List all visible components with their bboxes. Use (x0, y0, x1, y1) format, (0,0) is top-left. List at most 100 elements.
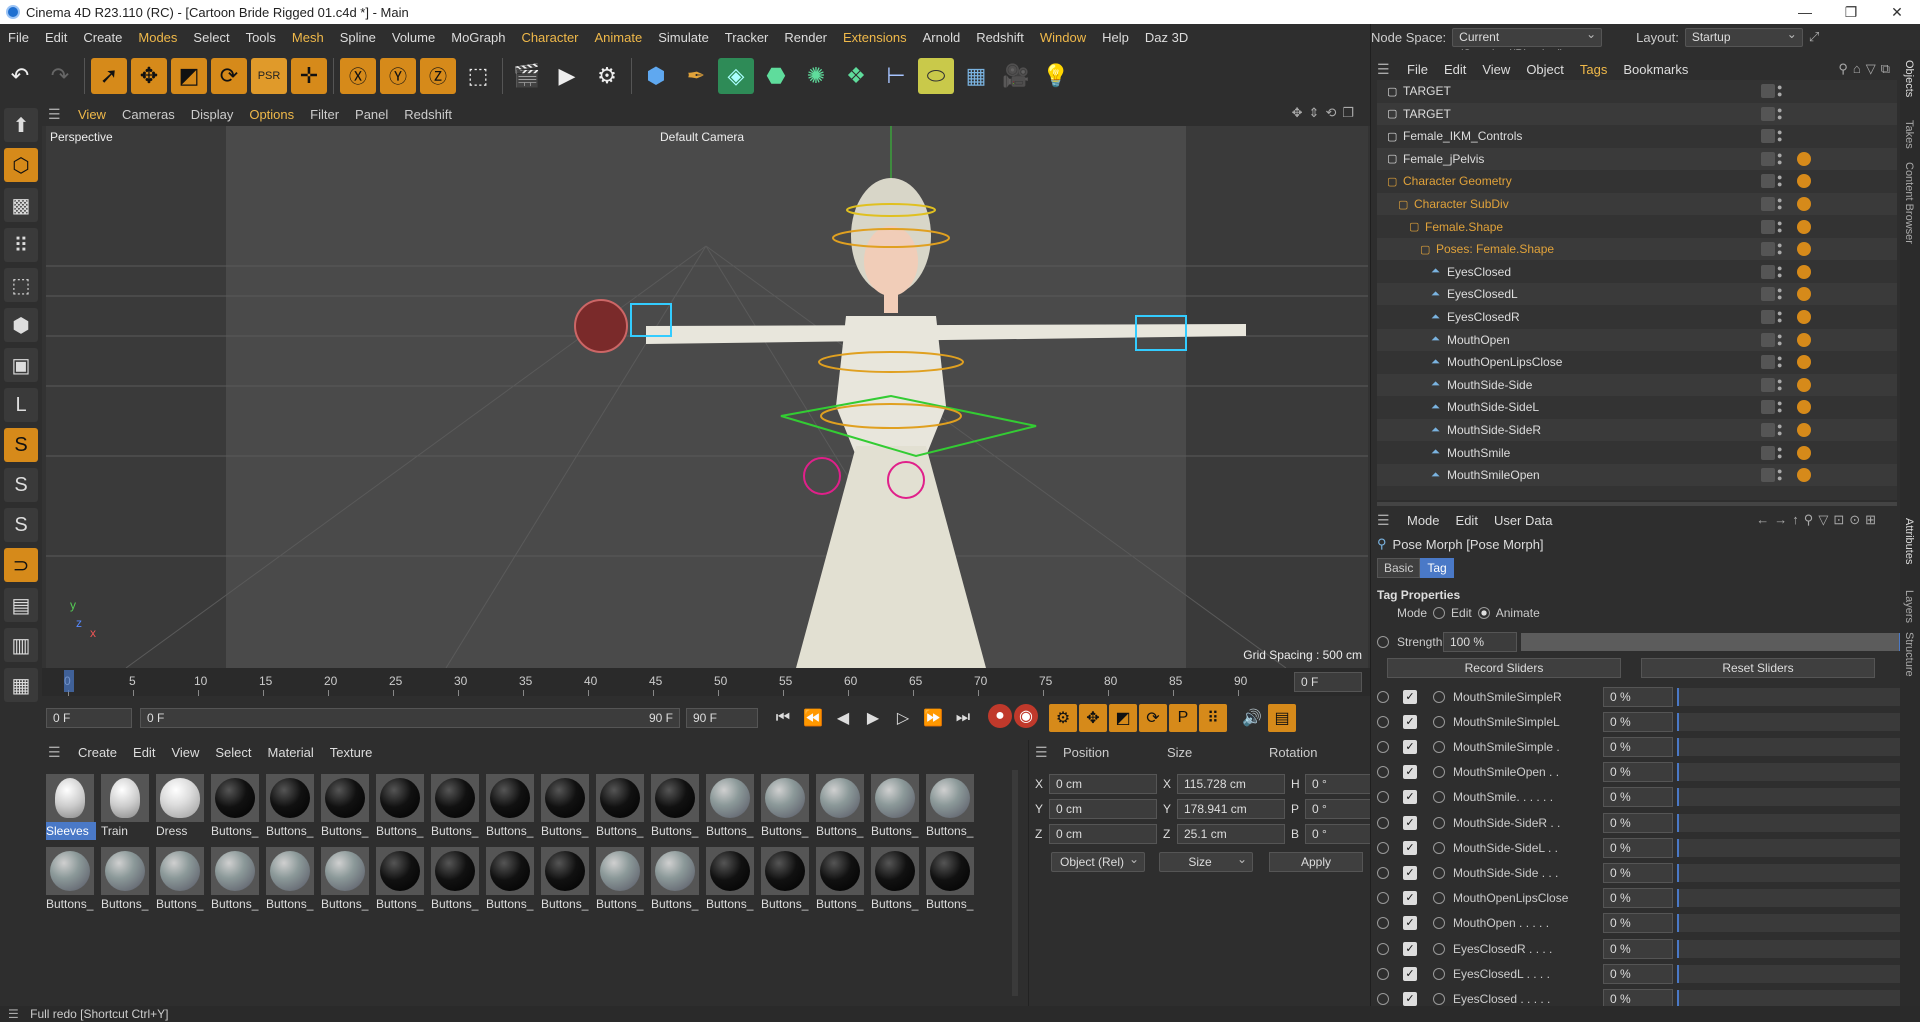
object-row[interactable]: ⏶ MouthSide-SideL ● ● (1377, 396, 1897, 418)
material-swatch[interactable]: Buttons_ (651, 774, 701, 842)
visibility-toggle[interactable] (1761, 468, 1775, 483)
pose-enable-checkbox[interactable]: ✓ (1403, 790, 1417, 805)
grid-lock-icon[interactable]: ▦ (4, 668, 38, 702)
attribute-menu-edit[interactable]: Edit (1448, 513, 1486, 528)
menu-mesh[interactable]: Mesh (284, 30, 332, 45)
render-dots-icon[interactable]: ● ● (1777, 150, 1782, 166)
object-list-hscrollbar[interactable] (1377, 502, 1897, 506)
material-swatch[interactable]: Buttons_ (926, 847, 976, 915)
record-active-icon[interactable]: ● (988, 704, 1012, 728)
object-menu-object[interactable]: Object (1518, 62, 1572, 77)
visibility-toggle[interactable] (1761, 242, 1775, 257)
minimize-icon[interactable]: — (1782, 0, 1828, 24)
material-menu-select[interactable]: Select (207, 745, 259, 760)
pose-slider-value[interactable]: 0 % (1603, 862, 1673, 883)
viewport-menu-view[interactable]: View (70, 107, 114, 122)
pose-slider-bar[interactable] (1677, 788, 1901, 807)
tag-icon[interactable] (1797, 355, 1811, 370)
object-row[interactable]: ▢ Poses: Female.Shape ● ● (1377, 238, 1897, 261)
render-dots-icon[interactable]: ● ● (1777, 173, 1782, 189)
material-swatch[interactable]: Buttons_ (706, 847, 756, 915)
extrude-icon[interactable]: ⬣ (758, 58, 794, 94)
material-swatch[interactable]: Buttons_ (926, 774, 976, 842)
render-dots-icon[interactable]: ● ● (1777, 105, 1782, 121)
material-swatch[interactable]: Buttons_ (541, 847, 591, 915)
menu-animate[interactable]: Animate (587, 30, 651, 45)
material-menu-create[interactable]: Create (70, 745, 125, 760)
pose-anim-icon[interactable] (1433, 791, 1445, 804)
object-row[interactable]: ⏶ EyesClosedR ● ● (1377, 306, 1897, 328)
material-swatch[interactable]: Buttons_ (211, 847, 261, 915)
material-swatch[interactable]: Buttons_ (101, 847, 151, 915)
previous-key-icon[interactable]: ⏪ (799, 704, 827, 732)
node-space-select[interactable]: Current (Standard/Physical) (1452, 26, 1603, 61)
material-swatch[interactable]: Buttons_ (596, 774, 646, 842)
tag-icon[interactable] (1797, 423, 1811, 437)
pose-slider-bar[interactable] (1677, 838, 1901, 857)
autokey-icon[interactable]: ◉ (1014, 704, 1038, 728)
slider-anim-icon[interactable] (1377, 791, 1389, 804)
record-sliders-button[interactable]: Record Sliders (1387, 658, 1621, 678)
pose-slider-value[interactable]: 0 % (1603, 787, 1673, 808)
strength-field[interactable]: 100 % (1443, 632, 1517, 652)
redo-icon[interactable]: ↷ (42, 58, 78, 94)
pose-anim-icon[interactable] (1433, 715, 1445, 728)
object-row[interactable]: ▢ Character SubDiv ● ● (1377, 193, 1897, 215)
menu-character[interactable]: Character (513, 30, 586, 45)
pose-anim-icon[interactable] (1433, 866, 1445, 879)
material-swatch[interactable]: Buttons_ (376, 847, 426, 915)
render-dots-icon[interactable]: ● ● (1777, 263, 1782, 279)
material-swatch[interactable]: Buttons_ (156, 847, 206, 915)
visibility-toggle[interactable] (1761, 445, 1775, 460)
menu-render[interactable]: Render (776, 30, 835, 45)
light-icon[interactable]: 💡 (1038, 58, 1074, 94)
coordinate-field[interactable]: 0 cm (1049, 799, 1157, 819)
tag-icon[interactable] (1797, 264, 1811, 279)
pose-slider-value[interactable]: 0 % (1603, 963, 1673, 984)
go-to-start-icon[interactable]: ⏮ (769, 704, 797, 732)
material-swatch[interactable]: Dress (156, 774, 206, 842)
attribute-menu-mode[interactable]: Mode (1399, 513, 1448, 528)
material-swatch[interactable]: Buttons_ (541, 774, 591, 842)
object-menu-edit[interactable]: Edit (1436, 62, 1474, 77)
material-menu-material[interactable]: Material (260, 745, 322, 760)
pose-anim-icon[interactable] (1433, 690, 1445, 703)
pose-anim-icon[interactable] (1433, 992, 1445, 1005)
slider-anim-icon[interactable] (1377, 892, 1389, 905)
pose-slider-bar[interactable] (1677, 687, 1901, 706)
visibility-toggle[interactable] (1761, 287, 1775, 302)
side-tab-objects[interactable]: Objects (1903, 60, 1915, 97)
timeline-ruler[interactable]: 051015202530354045505560657075808590 0 F (42, 668, 1370, 696)
frame-range-slider[interactable]: 0 F 90 F (140, 708, 680, 728)
material-swatch[interactable]: Buttons_ (761, 774, 811, 842)
slider-anim-icon[interactable] (1377, 715, 1389, 728)
deformer-icon[interactable]: ⊢ (878, 58, 914, 94)
render-dots-icon[interactable]: ● ● (1777, 83, 1782, 99)
attribute-menu-icon[interactable]: ☰ (1377, 512, 1393, 529)
mograph-icon[interactable]: ❖ (838, 58, 874, 94)
coordinates-menu-icon[interactable]: ☰ (1035, 744, 1051, 761)
pose-slider-bar[interactable] (1677, 737, 1901, 756)
pose-slider-value[interactable]: 0 % (1603, 762, 1673, 783)
object-manager-tools-icons[interactable]: ⚲⌂▽⧉ (1838, 61, 1895, 77)
pose-enable-checkbox[interactable]: ✓ (1403, 689, 1417, 704)
coordinate-field[interactable]: 0 cm (1049, 774, 1157, 794)
material-swatch[interactable]: Buttons_ (761, 847, 811, 915)
menu-help[interactable]: Help (1094, 30, 1137, 45)
tag-icon[interactable] (1797, 242, 1811, 257)
lock-workplane-icon[interactable]: ▥ (4, 628, 38, 662)
pose-slider-bar[interactable] (1677, 889, 1901, 908)
visibility-toggle[interactable] (1761, 264, 1775, 279)
pose-anim-icon[interactable] (1433, 892, 1445, 905)
visibility-toggle[interactable] (1761, 129, 1775, 144)
magnet-icon[interactable]: ⊃ (4, 548, 38, 582)
slider-anim-icon[interactable] (1377, 841, 1389, 854)
cloner-icon[interactable]: ✺ (798, 58, 834, 94)
pose-slider-value[interactable]: 0 % (1603, 913, 1673, 934)
tag-icon[interactable] (1797, 310, 1811, 324)
tag-icon[interactable] (1797, 445, 1811, 460)
tag-icon[interactable] (1797, 197, 1811, 211)
menu-file[interactable]: File (0, 30, 37, 45)
size-mode-select[interactable]: Size (1159, 850, 1253, 872)
side-tab-attributes[interactable]: Attributes (1903, 518, 1915, 564)
